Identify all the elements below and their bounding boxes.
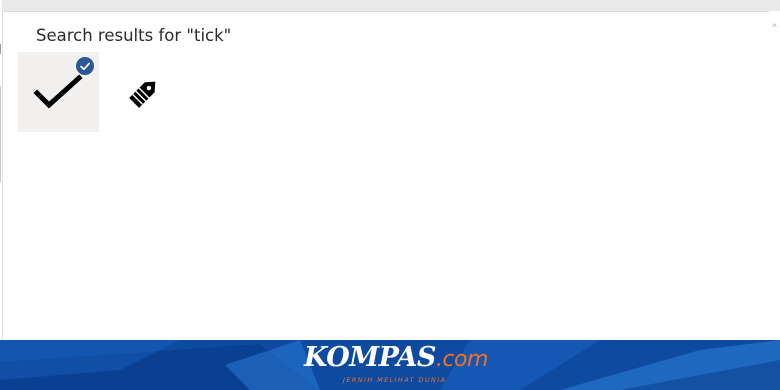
brand-suffix: .com xyxy=(435,347,488,372)
badge-check-icon xyxy=(80,62,91,71)
edge-mark xyxy=(0,44,1,54)
kompas-banner: KOMPAS.com JERNIH MELIHAT DUNIA xyxy=(0,340,780,390)
screenshot: ˄ Search results for "tick" KOMPAS.com J… xyxy=(0,0,780,390)
selected-check-badge xyxy=(76,57,94,75)
scrollbar[interactable] xyxy=(769,11,780,340)
edge-mark xyxy=(0,86,1,182)
result-item-tag[interactable] xyxy=(103,52,184,132)
kompas-logo: KOMPAS.com xyxy=(304,343,488,373)
brand-tagline: JERNIH MELIHAT DUNIA xyxy=(343,376,447,384)
scroll-up-chevron-icon[interactable]: ˄ xyxy=(769,24,780,38)
tag-icon xyxy=(129,81,156,108)
result-item-checkmark[interactable] xyxy=(18,52,99,132)
search-results-title: Search results for "tick" xyxy=(36,26,232,45)
brand-main: KOMPAS xyxy=(304,342,436,373)
